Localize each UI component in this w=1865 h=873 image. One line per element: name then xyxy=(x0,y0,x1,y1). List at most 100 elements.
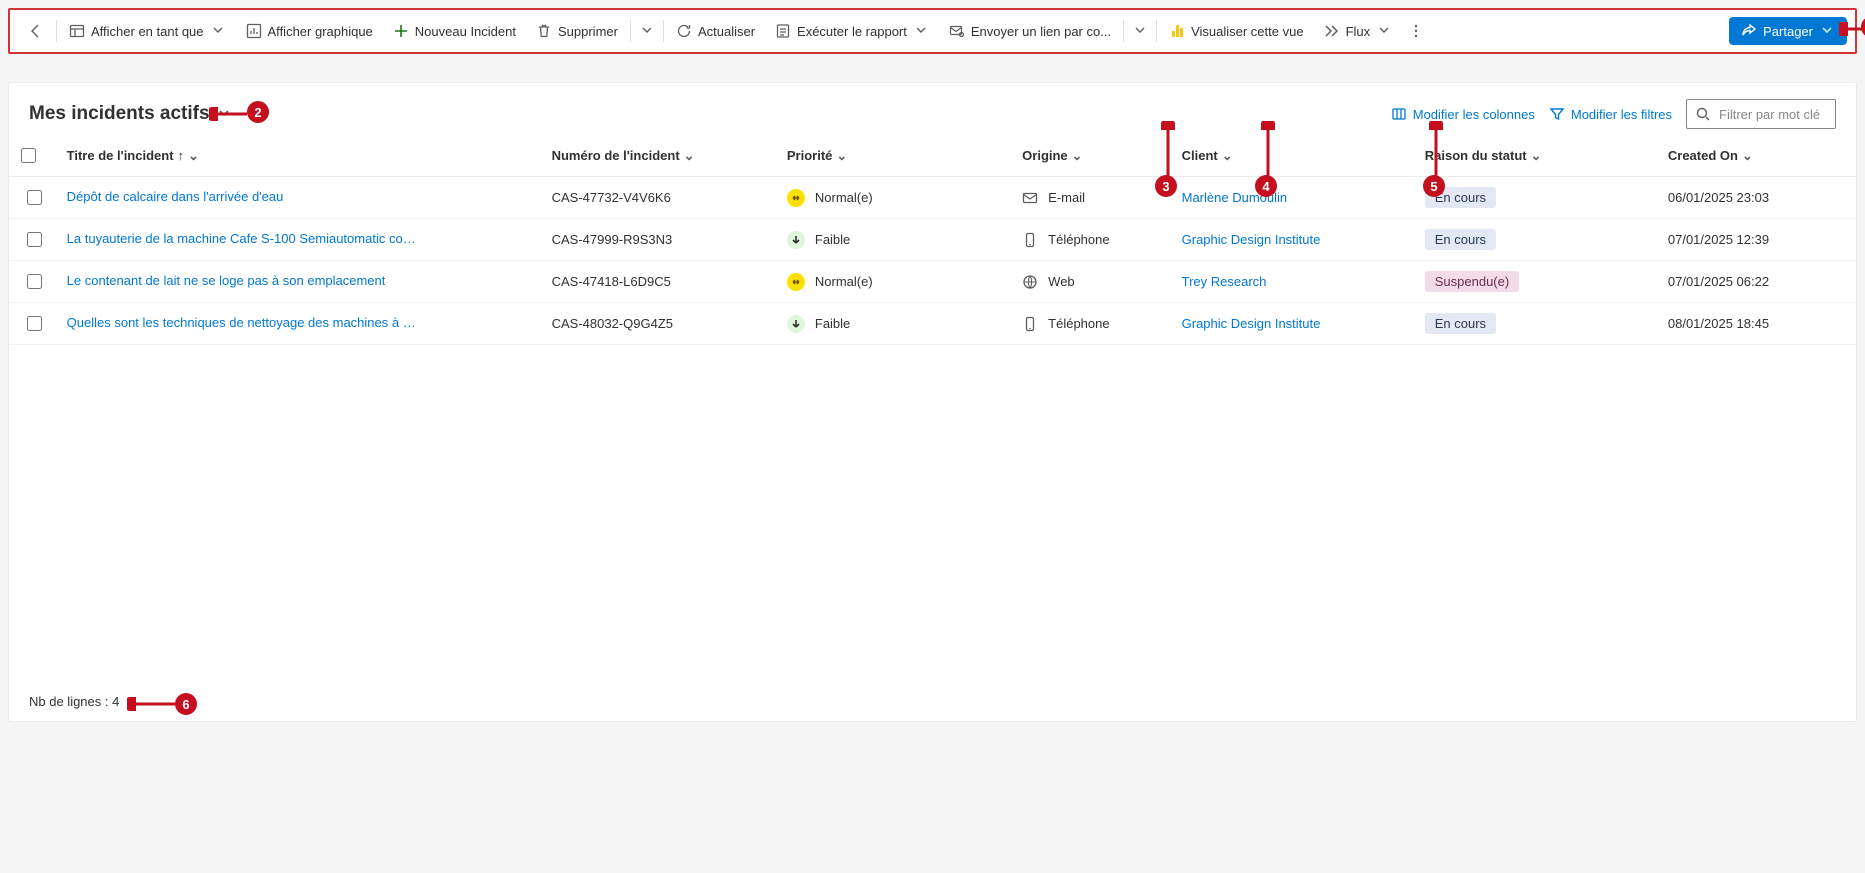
chevron-down-icon xyxy=(1134,24,1148,38)
priority-low-icon xyxy=(787,231,805,249)
incident-number: CAS-47732-V4V6K6 xyxy=(544,177,779,219)
table-row[interactable]: Dépôt de calcaire dans l'arrivée d'eau CA… xyxy=(9,177,1856,219)
flow-icon xyxy=(1324,23,1340,39)
incident-title-link[interactable]: Quelles sont les techniques de nettoyage… xyxy=(67,315,422,330)
web-icon xyxy=(1022,274,1038,290)
origin-label: Téléphone xyxy=(1048,316,1109,331)
refresh-label: Actualiser xyxy=(698,24,755,39)
back-button[interactable] xyxy=(18,10,54,52)
show-as-label: Afficher en tant que xyxy=(91,24,204,39)
arrow-left-icon xyxy=(28,23,44,39)
column-header-title[interactable]: Titre de l'incident↑⌄ xyxy=(59,135,544,177)
delete-label: Supprimer xyxy=(558,24,618,39)
chevron-down-icon: ⌄ xyxy=(1742,148,1753,164)
new-incident-label: Nouveau Incident xyxy=(415,24,516,39)
new-incident-button[interactable]: Nouveau Incident xyxy=(383,10,526,52)
flow-label: Flux xyxy=(1346,24,1371,39)
refresh-button[interactable]: Actualiser xyxy=(666,10,765,52)
callout-4: 4 xyxy=(1255,175,1277,197)
view-title-text: Mes incidents actifs xyxy=(29,103,210,125)
column-header-client[interactable]: Client⌄ xyxy=(1174,135,1417,177)
email-link-dropdown[interactable] xyxy=(1126,10,1154,52)
run-report-label: Exécuter le rapport xyxy=(797,24,907,39)
priority-label: Faible xyxy=(815,316,850,331)
chevron-down-icon: ⌄ xyxy=(684,148,695,164)
layout-icon xyxy=(69,23,85,39)
delete-dropdown[interactable] xyxy=(633,10,661,52)
show-chart-button[interactable]: Afficher graphique xyxy=(236,10,383,52)
share-icon xyxy=(1741,23,1757,39)
email-link-label: Envoyer un lien par co... xyxy=(971,24,1111,39)
column-header-status-reason[interactable]: Raison du statut⌄ xyxy=(1417,135,1660,177)
callout-6: 6 xyxy=(175,693,197,715)
trash-icon xyxy=(536,23,552,39)
chevron-down-icon xyxy=(915,24,929,38)
powerbi-view-button[interactable]: Visualiser cette vue xyxy=(1159,10,1314,52)
show-as-button[interactable]: Afficher en tant que xyxy=(59,10,236,52)
row-checkbox[interactable] xyxy=(27,274,42,289)
column-header-origin[interactable]: Origine⌄ xyxy=(1014,135,1173,177)
select-all-checkbox[interactable] xyxy=(21,148,36,163)
callout-3: 3 xyxy=(1155,175,1177,197)
powerbi-view-label: Visualiser cette vue xyxy=(1191,24,1304,39)
priority-label: Normal(e) xyxy=(815,190,873,205)
client-link[interactable]: Graphic Design Institute xyxy=(1182,232,1321,247)
table-row[interactable]: Le contenant de lait ne se loge pas à so… xyxy=(9,261,1856,303)
chevron-down-icon xyxy=(1378,24,1392,38)
row-checkbox[interactable] xyxy=(27,190,42,205)
share-button[interactable]: Partager xyxy=(1729,17,1847,45)
row-checkbox[interactable] xyxy=(27,316,42,331)
incident-number: CAS-47418-L6D9C5 xyxy=(544,261,779,303)
view-panel: Mes incidents actifs 2 Modifier les colo… xyxy=(8,82,1857,722)
filter-icon xyxy=(1549,106,1565,122)
origin-label: E-mail xyxy=(1048,190,1085,205)
column-header-number[interactable]: Numéro de l'incident⌄ xyxy=(544,135,779,177)
incident-title-link[interactable]: Le contenant de lait ne se loge pas à so… xyxy=(67,273,386,288)
command-bar: Afficher en tant que Afficher graphique … xyxy=(8,8,1857,54)
incident-title-link[interactable]: La tuyauterie de la machine Cafe S-100 S… xyxy=(67,231,422,246)
chevron-down-icon xyxy=(212,24,226,38)
client-link[interactable]: Trey Research xyxy=(1182,274,1267,289)
status-badge: En cours xyxy=(1425,313,1496,334)
table-row[interactable]: La tuyauterie de la machine Cafe S-100 S… xyxy=(9,219,1856,261)
incident-title-link[interactable]: Dépôt de calcaire dans l'arrivée d'eau xyxy=(67,189,284,204)
plus-icon xyxy=(393,23,409,39)
status-badge: En cours xyxy=(1425,229,1496,250)
incident-number: CAS-48032-Q9G4Z5 xyxy=(544,303,779,345)
status-badge: Suspendu(e) xyxy=(1425,271,1519,292)
table-row[interactable]: Quelles sont les techniques de nettoyage… xyxy=(9,303,1856,345)
created-on: 08/01/2025 18:45 xyxy=(1660,303,1856,345)
refresh-icon xyxy=(676,23,692,39)
incident-number: CAS-47999-R9S3N3 xyxy=(544,219,779,261)
edit-columns-label: Modifier les colonnes xyxy=(1413,107,1535,122)
edit-filters-label: Modifier les filtres xyxy=(1571,107,1672,122)
more-commands-button[interactable] xyxy=(1402,10,1430,52)
created-on: 07/01/2025 12:39 xyxy=(1660,219,1856,261)
edit-filters-button[interactable]: Modifier les filtres xyxy=(1549,106,1672,122)
row-checkbox[interactable] xyxy=(27,232,42,247)
phone-icon xyxy=(1022,316,1038,332)
run-report-button[interactable]: Exécuter le rapport xyxy=(765,10,939,52)
chevron-down-icon: ⌄ xyxy=(1222,148,1233,164)
keyword-filter-input[interactable] xyxy=(1717,106,1827,123)
show-chart-label: Afficher graphique xyxy=(268,24,373,39)
chevron-down-icon: ⌄ xyxy=(1072,148,1083,164)
keyword-filter-box[interactable] xyxy=(1686,99,1836,129)
created-on: 06/01/2025 23:03 xyxy=(1660,177,1856,219)
view-selector[interactable]: Mes incidents actifs xyxy=(29,103,232,125)
flow-button[interactable]: Flux xyxy=(1314,10,1403,52)
edit-columns-button[interactable]: Modifier les colonnes xyxy=(1391,106,1535,122)
incidents-grid: Titre de l'incident↑⌄ Numéro de l'incide… xyxy=(9,135,1856,345)
delete-button[interactable]: Supprimer xyxy=(526,10,628,52)
columns-icon xyxy=(1391,106,1407,122)
chevron-down-icon xyxy=(1821,24,1835,38)
origin-label: Téléphone xyxy=(1048,232,1109,247)
client-link[interactable]: Graphic Design Institute xyxy=(1182,316,1321,331)
phone-icon xyxy=(1022,232,1038,248)
priority-low-icon xyxy=(787,315,805,333)
row-count: Nb de lignes : 4 xyxy=(29,694,119,709)
priority-label: Normal(e) xyxy=(815,274,873,289)
column-header-created-on[interactable]: Created On⌄ xyxy=(1660,135,1856,177)
email-link-button[interactable]: Envoyer un lien par co... xyxy=(939,10,1121,52)
column-header-priority[interactable]: Priorité⌄ xyxy=(779,135,1014,177)
